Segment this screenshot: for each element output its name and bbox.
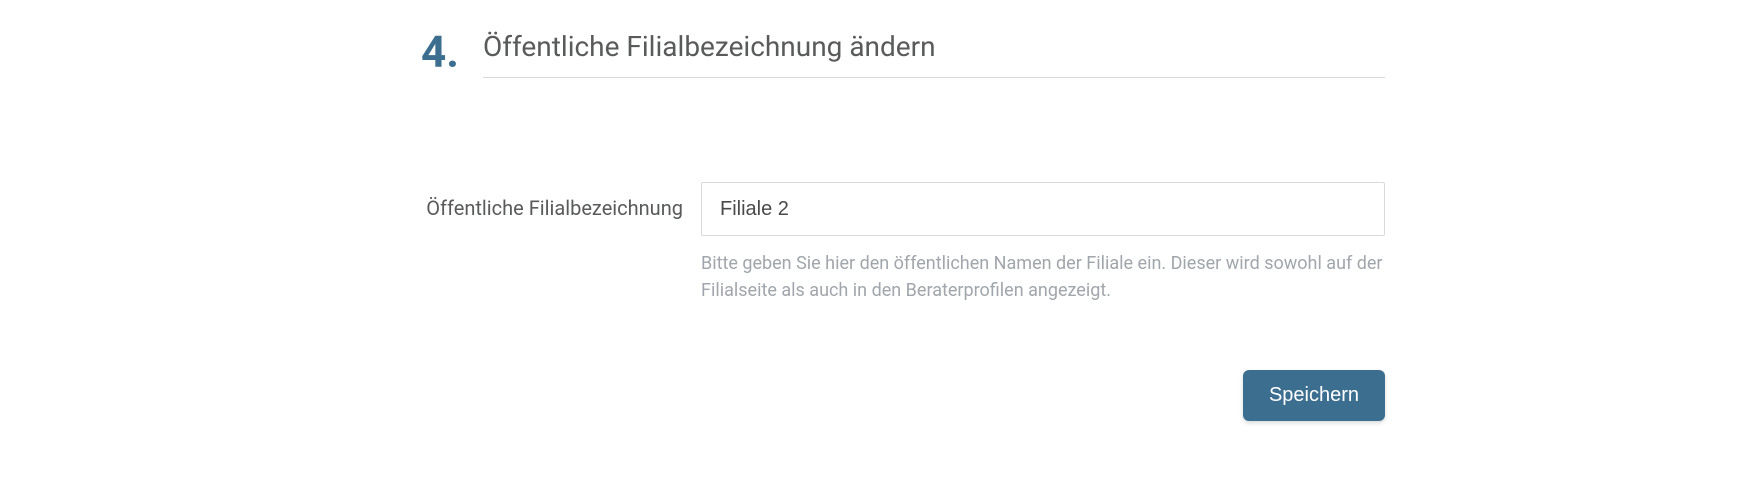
section-header: 4. Öffentliche Filialbezeichnung ändern bbox=[421, 30, 1385, 78]
form-help-text: Bitte geben Sie hier den öffentlichen Na… bbox=[701, 250, 1385, 304]
section-number: 4. bbox=[421, 30, 459, 74]
form-control-wrap: Bitte geben Sie hier den öffentlichen Na… bbox=[701, 182, 1385, 304]
section-title: Öffentliche Filialbezeichnung ändern bbox=[483, 30, 1385, 78]
section-title-wrap: Öffentliche Filialbezeichnung ändern bbox=[483, 30, 1385, 78]
form-label-branch-name: Öffentliche Filialbezeichnung bbox=[421, 182, 701, 224]
form-row-branch-name: Öffentliche Filialbezeichnung Bitte gebe… bbox=[421, 182, 1385, 304]
save-button[interactable]: Speichern bbox=[1243, 370, 1385, 421]
branch-name-input[interactable] bbox=[701, 182, 1385, 236]
button-row: Speichern bbox=[421, 370, 1385, 421]
